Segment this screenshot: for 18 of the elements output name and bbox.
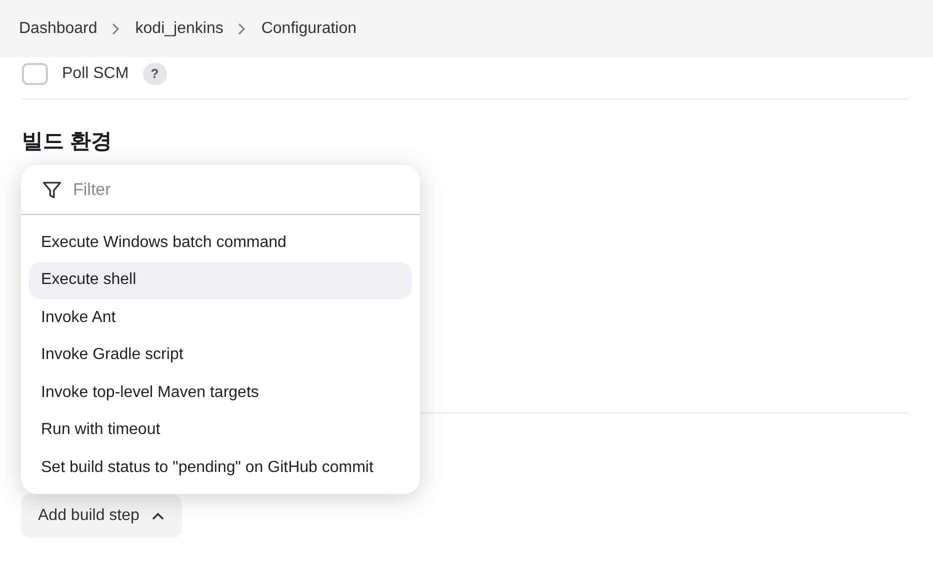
checkbox[interactable] — [22, 63, 48, 85]
menu-item[interactable]: Execute Windows batch command — [29, 224, 412, 262]
menu-item[interactable]: Invoke Gradle script — [29, 336, 412, 374]
menu-item[interactable]: Invoke Ant — [29, 299, 412, 336]
breadcrumb-link[interactable]: Dashboard — [19, 16, 98, 40]
chevron-right-icon — [237, 22, 248, 36]
section-heading: 빌드 환경 — [22, 129, 113, 155]
help-icon[interactable]: ? — [142, 63, 167, 85]
filter-field[interactable]: Filter — [73, 176, 373, 202]
menu-item[interactable]: Invoke top-level Maven targets — [29, 374, 412, 412]
checkbox-label: Poll SCM — [62, 64, 129, 84]
breadcrumb-link[interactable]: Configuration — [261, 16, 357, 40]
menu-item[interactable]: Set build status to "pending" on GitHub commit — [29, 449, 412, 486]
add-build-step-button[interactable]: Add build step — [21, 494, 182, 538]
breadcrumb-link[interactable]: kodi_jenkins — [135, 16, 224, 40]
chevron-right-icon — [111, 22, 122, 36]
menu-item[interactable]: Run with timeout — [29, 412, 412, 449]
menu-item[interactable]: Execute shell — [29, 262, 412, 299]
